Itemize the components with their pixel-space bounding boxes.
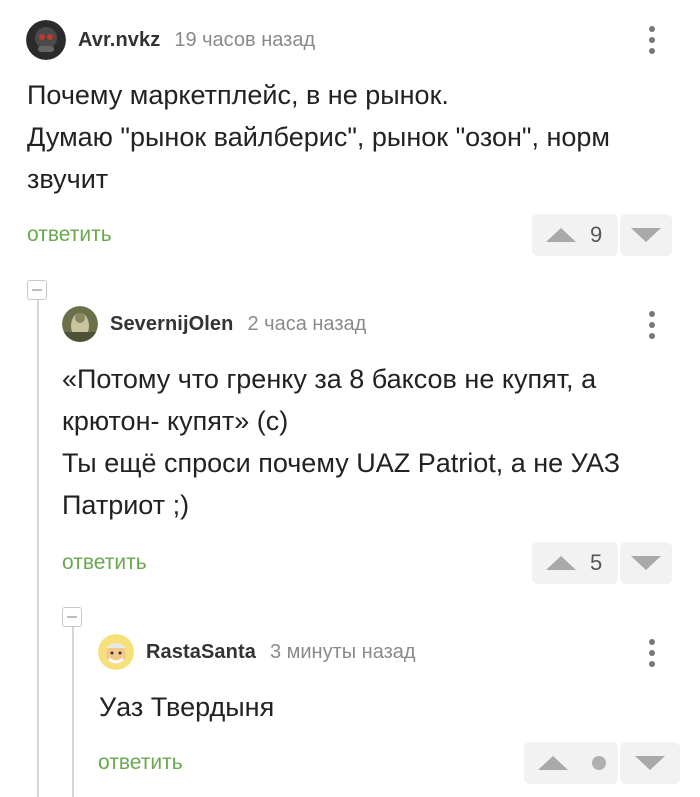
vote-up-icon[interactable] bbox=[546, 556, 576, 570]
thread-line-level-1 bbox=[37, 300, 39, 797]
vote-count: 9 bbox=[590, 222, 603, 247]
score-hidden-dot bbox=[592, 756, 606, 770]
comment-text-line: крютон- купят» (с) bbox=[62, 406, 289, 436]
vote-down-icon[interactable] bbox=[631, 556, 661, 570]
avatar[interactable] bbox=[98, 634, 134, 670]
more-vertical-icon[interactable] bbox=[642, 307, 662, 343]
reply-link[interactable]: ответить bbox=[27, 223, 112, 247]
thread-line-level-2 bbox=[72, 627, 74, 797]
author-name[interactable]: RastaSanta bbox=[146, 641, 256, 664]
comment-text: «Потому что гренку за 8 баксов не купят,… bbox=[62, 358, 620, 526]
collapse-thread-icon[interactable] bbox=[62, 607, 82, 627]
comment-text-line: Патриот ;) bbox=[62, 490, 190, 520]
vote-controls bbox=[524, 742, 680, 784]
author-name[interactable]: SevernijOlen bbox=[110, 313, 233, 336]
author-name[interactable]: Avr.nvkz bbox=[78, 29, 160, 52]
more-vertical-icon[interactable] bbox=[642, 22, 662, 58]
vote-up-box: 9 bbox=[532, 214, 618, 256]
vote-down-icon[interactable] bbox=[631, 228, 661, 242]
comment-text-line: Уаз Твердыня bbox=[99, 692, 275, 722]
reply-link[interactable]: ответить bbox=[98, 751, 183, 775]
avatar[interactable] bbox=[62, 306, 98, 342]
comment-header: Avr.nvkz 19 часов назад bbox=[26, 20, 315, 60]
vote-up-box: 5 bbox=[532, 542, 618, 584]
comment-time: 19 часов назад bbox=[174, 28, 316, 51]
collapse-thread-icon[interactable] bbox=[27, 280, 47, 300]
comment-header: SevernijOlen 2 часа назад bbox=[62, 306, 366, 342]
comment-header: RastaSanta 3 минуты назад bbox=[98, 634, 416, 670]
vote-up-icon[interactable] bbox=[546, 228, 576, 242]
avatar[interactable] bbox=[26, 20, 66, 60]
comment-text-line: звучит bbox=[27, 164, 109, 194]
comment-time: 2 часа назад bbox=[247, 312, 367, 335]
more-vertical-icon[interactable] bbox=[642, 635, 662, 671]
vote-controls: 9 bbox=[532, 214, 672, 256]
comment-text-line: Почему маркетплейс, в не рынок. bbox=[27, 80, 449, 110]
comment-time: 3 минуты назад bbox=[269, 640, 416, 663]
comment-text-line: Ты ещё спроси почему UAZ Patriot, а не У… bbox=[62, 448, 621, 478]
comment-text-line: «Потому что гренку за 8 баксов не купят,… bbox=[62, 364, 597, 394]
vote-down-icon[interactable] bbox=[635, 756, 665, 770]
vote-up-box bbox=[524, 742, 618, 784]
vote-down-box[interactable] bbox=[620, 214, 672, 256]
comment-text-line: Думаю "рынок вайлберис", рынок "озон", н… bbox=[27, 122, 610, 152]
vote-down-box[interactable] bbox=[620, 742, 680, 784]
vote-controls: 5 bbox=[532, 542, 672, 584]
comment-text: Почему маркетплейс, в не рынок. Думаю "р… bbox=[27, 74, 610, 200]
reply-link[interactable]: ответить bbox=[62, 551, 147, 575]
vote-count: 5 bbox=[590, 550, 603, 575]
comment-text: Уаз Твердыня bbox=[99, 686, 274, 728]
vote-up-icon[interactable] bbox=[538, 756, 568, 770]
vote-down-box[interactable] bbox=[620, 542, 672, 584]
